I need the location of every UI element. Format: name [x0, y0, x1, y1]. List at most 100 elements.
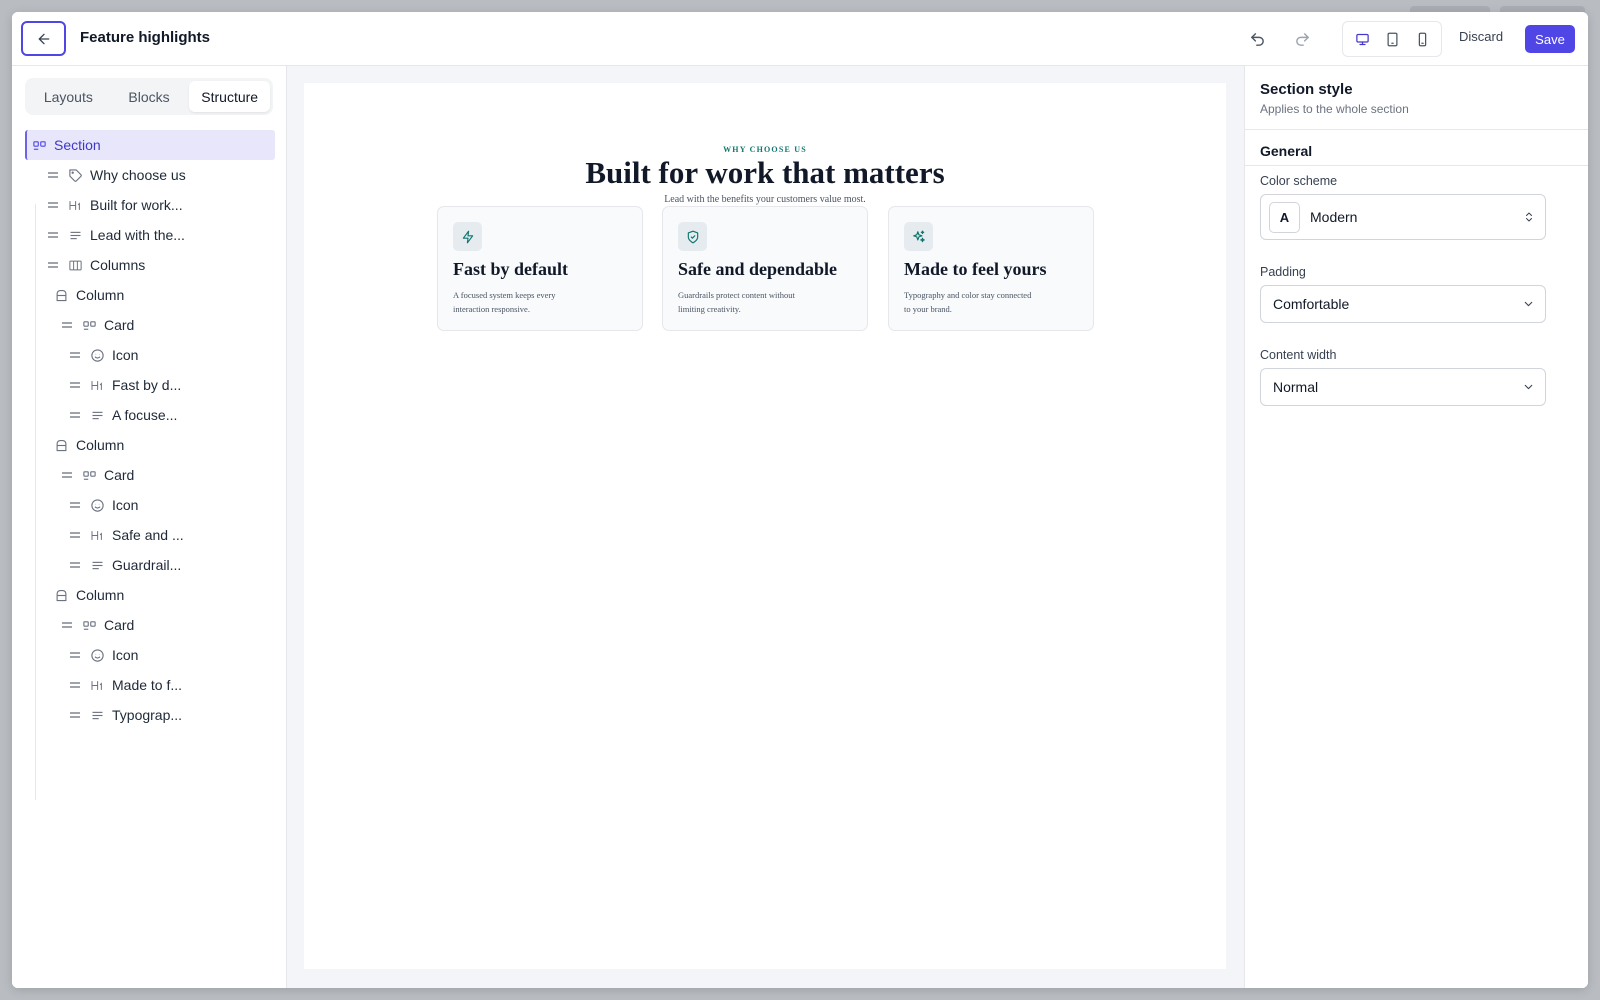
redo-icon	[1295, 32, 1309, 46]
tree-item-card[interactable]: Card	[25, 460, 275, 490]
tree-item-icon[interactable]: Icon	[25, 340, 275, 370]
structure-tree: Section Why choose us Built for work... Lea…	[25, 130, 275, 730]
drag-handle-icon[interactable]	[69, 501, 81, 509]
padding-label: Padding	[1260, 265, 1306, 279]
tree-item-label: Made to f...	[112, 677, 183, 693]
tree-item-lead-with-the[interactable]: Lead with the...	[25, 220, 275, 250]
tree-item-why-choose-us[interactable]: Why choose us	[25, 160, 275, 190]
inspector-panel: Section style Applies to the whole secti…	[1244, 66, 1588, 988]
drag-handle-icon[interactable]	[69, 411, 81, 419]
chevron-down-icon	[1522, 381, 1535, 394]
undo-button[interactable]	[1243, 25, 1271, 53]
tab-structure[interactable]: Structure	[189, 81, 271, 112]
drag-handle-icon[interactable]	[61, 621, 73, 629]
editor-canvas: WHY CHOOSE US Built for work that matter…	[287, 66, 1244, 988]
section-eyebrow[interactable]: WHY CHOOSE US	[304, 145, 1226, 154]
tree-item-made-to-f[interactable]: Made to f...	[25, 670, 275, 700]
tree-item-label: Fast by d...	[112, 377, 182, 393]
drag-handle-icon[interactable]	[69, 681, 81, 689]
redo-button[interactable]	[1288, 25, 1316, 53]
mobile-view-button[interactable]	[1408, 25, 1436, 53]
heading-icon	[67, 197, 83, 213]
tab-blocks[interactable]: Blocks	[109, 81, 190, 112]
tree-item-label: Why choose us	[90, 167, 186, 183]
section-headline[interactable]: Built for work that matters	[304, 155, 1226, 191]
divider	[1245, 165, 1588, 166]
color-scheme-value: Modern	[1310, 209, 1358, 225]
drag-handle-icon[interactable]	[69, 351, 81, 359]
panel-tabs: Layouts Blocks Structure	[25, 78, 273, 115]
drag-handle-icon[interactable]	[47, 261, 59, 269]
padding-select[interactable]: Comfortable	[1260, 285, 1546, 323]
text-icon	[89, 707, 105, 723]
drag-handle-icon[interactable]	[69, 381, 81, 389]
tree-item-card[interactable]: Card	[25, 610, 275, 640]
card-icon-box	[678, 222, 707, 251]
inspector-title: Section style	[1260, 81, 1353, 98]
drag-handle-icon[interactable]	[69, 561, 81, 569]
content-width-select[interactable]: Normal	[1260, 368, 1546, 406]
discard-button[interactable]: Discard	[1459, 29, 1503, 44]
tree-item-column[interactable]: Column	[25, 580, 275, 610]
tree-item-icon[interactable]: Icon	[25, 640, 275, 670]
section-lead[interactable]: Lead with the benefits your customers va…	[304, 194, 1226, 205]
content-width-value: Normal	[1273, 379, 1319, 395]
text-icon	[67, 227, 83, 243]
editor-window: Feature highlights Discard Save Layouts …	[12, 12, 1588, 988]
tree-item-label: Typograp...	[112, 707, 183, 723]
tree-item-column[interactable]: Column	[25, 430, 275, 460]
tablet-view-button[interactable]	[1378, 25, 1406, 53]
arrow-left-icon	[38, 33, 49, 44]
tree-item-a-focuse[interactable]: A focuse...	[25, 400, 275, 430]
tree-item-fast-by-d[interactable]: Fast by d...	[25, 370, 275, 400]
tree-item-icon[interactable]: Icon	[25, 490, 275, 520]
card-icon	[81, 317, 97, 333]
chevron-up-down-icon	[1523, 210, 1535, 224]
left-panel: Layouts Blocks Structure Section Why choo…	[12, 66, 287, 988]
save-button[interactable]: Save	[1525, 25, 1575, 53]
card-text: A focused system keeps every interaction…	[453, 290, 556, 314]
drag-handle-icon[interactable]	[69, 531, 81, 539]
tree-item-built-for-work[interactable]: Built for work...	[25, 190, 275, 220]
tree-item-label: Icon	[112, 347, 139, 363]
tree-item-label: Card	[104, 617, 135, 633]
column-icon	[53, 587, 69, 603]
back-button[interactable]	[21, 21, 66, 56]
feature-card[interactable]: Made to feel yours Typography and color …	[888, 206, 1094, 331]
tree-item-typograp[interactable]: Typograp...	[25, 700, 275, 730]
page-preview[interactable]: WHY CHOOSE US Built for work that matter…	[304, 83, 1226, 969]
tree-item-label: Section	[54, 137, 101, 153]
tree-item-columns[interactable]: Columns	[25, 250, 275, 280]
drag-handle-icon[interactable]	[61, 471, 73, 479]
desktop-view-button[interactable]	[1348, 25, 1376, 53]
tree-item-label: Lead with the...	[90, 227, 185, 243]
tab-layouts[interactable]: Layouts	[28, 81, 109, 112]
tree-item-label: Column	[76, 287, 125, 303]
tree-item-column[interactable]: Column	[25, 280, 275, 310]
columns-icon	[67, 257, 83, 273]
tree-item-guardrail[interactable]: Guardrail...	[25, 550, 275, 580]
drag-handle-icon[interactable]	[69, 711, 81, 719]
card-text: Typography and color stay connected to y…	[904, 290, 1032, 314]
tree-item-safe-and[interactable]: Safe and ...	[25, 520, 275, 550]
content-width-label: Content width	[1260, 348, 1337, 362]
card-text: Guardrails protect content without limit…	[678, 290, 795, 314]
chevron-down-icon	[1522, 298, 1535, 311]
section-icon	[31, 137, 47, 153]
tree-item-section[interactable]: Section	[25, 130, 275, 160]
drag-handle-icon[interactable]	[61, 321, 73, 329]
tree-item-label: Icon	[112, 497, 139, 513]
drag-handle-icon[interactable]	[47, 171, 59, 179]
drag-handle-icon[interactable]	[47, 201, 59, 209]
drag-handle-icon[interactable]	[47, 231, 59, 239]
card-title: Safe and dependable	[678, 259, 838, 279]
feature-card[interactable]: Fast by default A focused system keeps e…	[437, 206, 643, 331]
card-icon	[81, 467, 97, 483]
drag-handle-icon[interactable]	[69, 651, 81, 659]
heading-icon	[89, 377, 105, 393]
color-scheme-select[interactable]: A Modern	[1260, 194, 1546, 240]
feature-card[interactable]: Safe and dependable Guardrails protect c…	[662, 206, 868, 331]
text-icon	[89, 557, 105, 573]
tree-item-card[interactable]: Card	[25, 310, 275, 340]
smiley-icon	[89, 647, 105, 663]
